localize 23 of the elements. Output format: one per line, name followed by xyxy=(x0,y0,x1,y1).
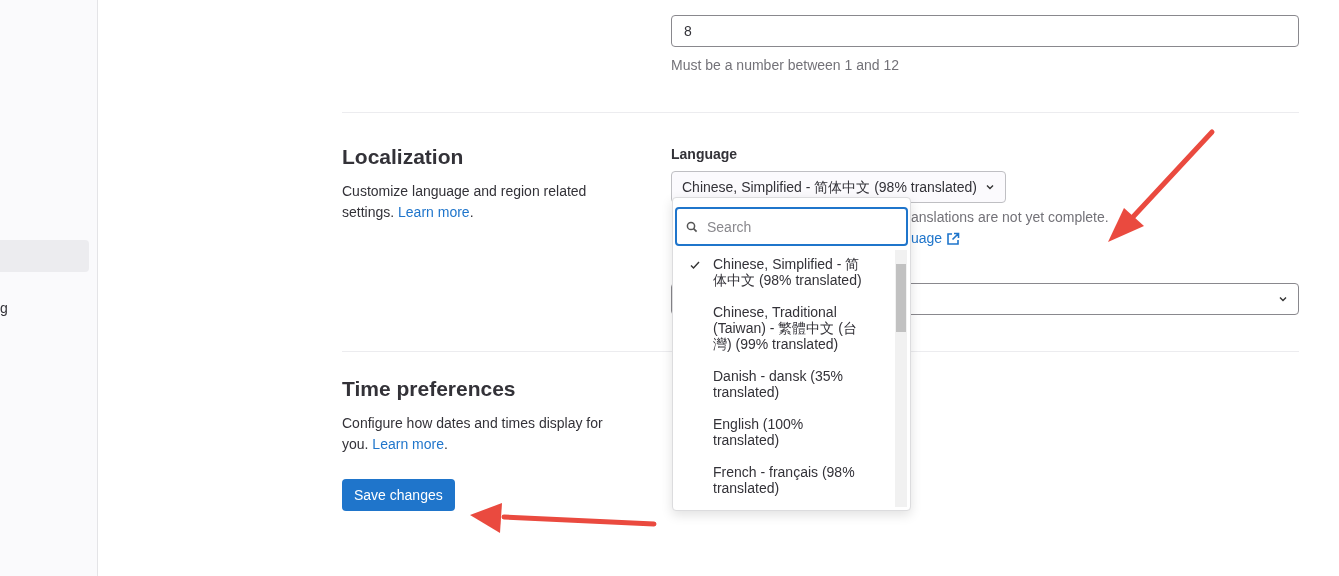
dropdown-option[interactable]: Danish - dansk (35% translated) xyxy=(673,362,895,410)
help-text: Must be a number between 1 and 12 xyxy=(671,56,901,75)
section-description: Customize language and region related settings. Learn more. xyxy=(342,182,588,223)
section-title: Time preferences xyxy=(342,376,517,402)
dropdown-option[interactable]: French - français (98% translated) xyxy=(673,458,895,506)
save-changes-button[interactable]: Save changes xyxy=(342,479,455,512)
help-text: anslations are not yet complete. xyxy=(911,208,1110,227)
field-label: Language xyxy=(671,145,739,164)
help-link[interactable]: uage xyxy=(911,228,961,249)
learn-more-link[interactable]: Learn more xyxy=(372,436,444,453)
chevron-down-icon xyxy=(1278,294,1288,304)
learn-more-link[interactable]: Learn more xyxy=(398,204,470,221)
dropdown-option[interactable]: English (100% translated) xyxy=(673,410,895,458)
search-field[interactable]: Search xyxy=(675,207,908,246)
sidebar-item[interactable]: g xyxy=(0,292,89,324)
scrollbar[interactable] xyxy=(895,250,907,507)
dropdown-option[interactable]: Chinese, Simplified - 简体中文 (98% translated) xyxy=(673,250,895,298)
dropdown-option[interactable]: Chinese, Traditional (Taiwan) - 繁體中文 (台灣) (99% translated) xyxy=(673,298,895,362)
external-link-icon xyxy=(946,231,961,246)
section-title: Localization xyxy=(342,144,465,170)
tab-width-field[interactable]: 8 xyxy=(671,15,1299,47)
chevron-down-icon xyxy=(984,182,995,192)
section-description: Configure how dates and times display for you. Learn more. xyxy=(342,414,604,455)
